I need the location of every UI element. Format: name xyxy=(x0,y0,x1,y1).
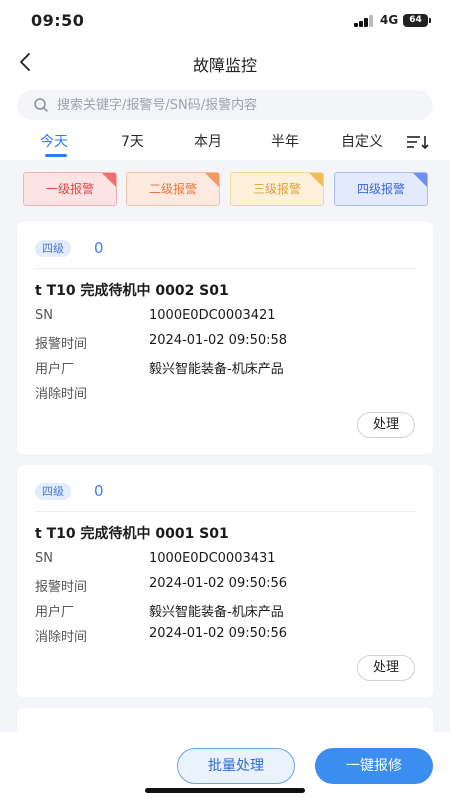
back-button[interactable] xyxy=(14,50,38,74)
status-bar: 09:50 4G 64 xyxy=(0,0,450,44)
nav-bar: 故障监控 xyxy=(0,44,450,82)
one-click-repair-button[interactable]: 一键报修 xyxy=(315,748,433,784)
alarm-count: 0 xyxy=(94,239,104,257)
alarm-time-label: 报警时间 xyxy=(35,580,88,595)
alarm-time-label: 报警时间 xyxy=(35,337,88,352)
time-range-tabs: 今天 7天 本月 半年 自定义 xyxy=(0,126,450,160)
factory-label: 用户厂 xyxy=(35,605,75,620)
sn-label: SN xyxy=(35,308,53,323)
sn-label: SN xyxy=(35,551,53,566)
level-4-label: 四级报警 xyxy=(356,182,405,196)
alarm-card[interactable]: 四级 0 t T10 完成待机中 0002 S01 SN 1000E0DC000… xyxy=(17,222,433,454)
clear-time-label: 消除时间 xyxy=(35,630,88,645)
level-1-filter[interactable]: 一级报警 xyxy=(23,172,117,206)
battery-tip xyxy=(429,18,431,23)
level-2-label: 二级报警 xyxy=(148,182,197,196)
sn-value: 1000E0DC0003431 xyxy=(149,551,276,566)
home-indicator xyxy=(145,788,305,793)
handle-button[interactable]: 处理 xyxy=(357,655,415,681)
factory-label: 用户厂 xyxy=(35,362,75,377)
batch-process-button[interactable]: 批量处理 xyxy=(177,748,295,784)
alarm-card[interactable]: 四级 0 t T10 完成待机中 0001 S01 SN 1000E0DC000… xyxy=(17,465,433,697)
status-time: 09:50 xyxy=(31,11,85,30)
level-badge: 四级 xyxy=(35,240,71,257)
alarm-count: 0 xyxy=(94,482,104,500)
corner-flag-icon xyxy=(413,173,427,187)
search-bar[interactable] xyxy=(17,90,433,120)
clear-time-value: 2024-01-02 09:50:56 xyxy=(149,626,288,641)
chevron-left-icon xyxy=(20,53,30,71)
alarm-title: t T10 完成待机中 0001 S01 xyxy=(35,526,229,542)
network-type: 4G xyxy=(380,13,399,27)
alarm-level-filters: 一级报警 二级报警 三级报警 四级报警 xyxy=(0,172,450,208)
divider xyxy=(35,268,415,269)
level-1-label: 一级报警 xyxy=(45,182,94,196)
level-4-filter[interactable]: 四级报警 xyxy=(334,172,428,206)
search-input[interactable] xyxy=(57,90,417,120)
corner-flag-icon xyxy=(102,173,116,187)
tab-today[interactable]: 今天 xyxy=(40,131,68,151)
signal-icon xyxy=(354,15,374,27)
corner-flag-icon xyxy=(309,173,323,187)
tab-7days[interactable]: 7天 xyxy=(121,131,144,151)
factory-value: 毅兴智能装备-机床产品 xyxy=(149,362,284,377)
level-3-filter[interactable]: 三级报警 xyxy=(230,172,324,206)
page-title: 故障监控 xyxy=(192,56,257,75)
active-tab-indicator xyxy=(45,154,67,157)
sort-icon[interactable] xyxy=(406,134,430,150)
tab-half-year[interactable]: 半年 xyxy=(271,131,299,151)
level-3-label: 三级报警 xyxy=(252,182,301,196)
clear-time-label: 消除时间 xyxy=(35,387,88,402)
factory-value: 毅兴智能装备-机床产品 xyxy=(149,605,284,620)
alarm-time-value: 2024-01-02 09:50:58 xyxy=(149,333,288,348)
level-badge: 四级 xyxy=(35,483,71,500)
corner-flag-icon xyxy=(205,173,219,187)
battery-icon: 64 xyxy=(403,14,428,27)
search-icon xyxy=(34,98,48,112)
handle-button[interactable]: 处理 xyxy=(357,412,415,438)
level-2-filter[interactable]: 二级报警 xyxy=(126,172,220,206)
alarm-title: t T10 完成待机中 0002 S01 xyxy=(35,283,229,299)
tab-this-month[interactable]: 本月 xyxy=(194,131,222,151)
divider xyxy=(35,511,415,512)
sn-value: 1000E0DC0003421 xyxy=(149,308,276,323)
tab-custom[interactable]: 自定义 xyxy=(341,131,383,151)
alarm-time-value: 2024-01-02 09:50:56 xyxy=(149,576,288,591)
